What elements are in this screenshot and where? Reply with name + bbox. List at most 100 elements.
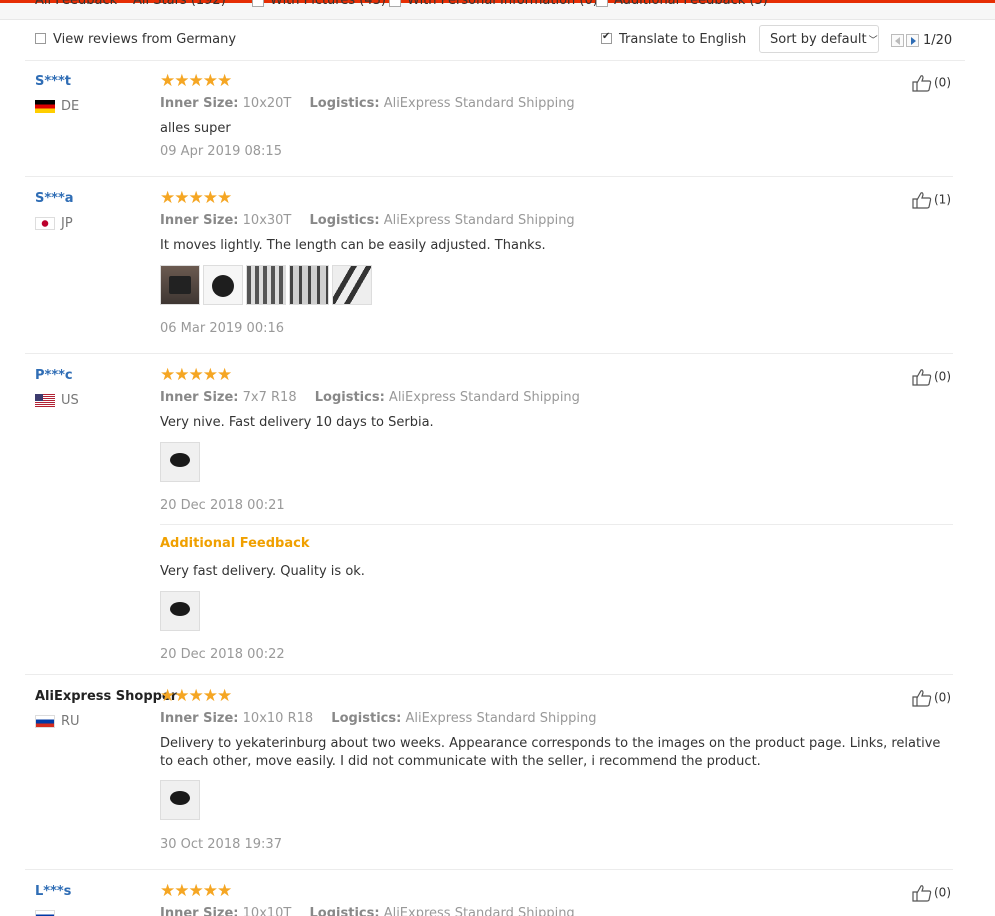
logistics-label: Logistics: (331, 711, 402, 726)
sort-select[interactable]: Sort by default ﹀ (759, 25, 879, 53)
order-info: Inner Size: 10x20T Logistics: AliExpress… (160, 96, 589, 111)
usa-flag-icon (35, 394, 55, 407)
tab-with-personal-info[interactable]: With Personal Information (0) (389, 0, 598, 8)
review-photos (160, 265, 375, 307)
reviewer-country: DE (35, 99, 79, 114)
helpful-count: (0) (934, 690, 951, 705)
review-photo[interactable] (246, 265, 286, 305)
review-photos (160, 780, 203, 822)
translate-checkbox[interactable] (601, 31, 612, 44)
inner-size-label: Inner Size: (160, 96, 239, 111)
with-pictures-checkbox[interactable] (252, 0, 264, 7)
inner-size-label: Inner Size: (160, 711, 239, 726)
additional-feedback-checkbox[interactable] (596, 0, 608, 7)
thumbs-up-icon (912, 75, 932, 92)
star-rating: ★★★★★ (160, 71, 232, 91)
review-date: 06 Mar 2019 00:16 (160, 321, 285, 336)
logistics-value: AliExpress Standard Shipping (383, 906, 575, 916)
reviewer-name[interactable]: L***s (35, 884, 71, 899)
country-code: JP (61, 216, 73, 231)
review-photo[interactable] (160, 442, 200, 482)
additional-feedback-date: 20 Dec 2018 00:22 (160, 647, 285, 662)
divider (160, 524, 953, 525)
inner-size-label: Inner Size: (160, 906, 239, 916)
sort-select-value: Sort by default (770, 32, 867, 47)
reviewer-country: RU (35, 714, 80, 729)
thumbs-up-icon (912, 690, 932, 707)
additional-feedback-text: Very fast delivery. Quality is ok. (160, 564, 365, 579)
inner-size-value: 7x7 R18 (242, 390, 297, 405)
tab-with-pictures[interactable]: With Pictures (43) (252, 0, 386, 8)
review-photo[interactable] (160, 780, 200, 820)
helpful-button[interactable]: (1) (912, 191, 951, 209)
logistics-label: Logistics: (314, 390, 385, 405)
review-text: alles super (160, 121, 231, 136)
reviewer-name: AliExpress Shopper (35, 689, 178, 704)
order-info: Inner Size: 7x7 R18 Logistics: AliExpres… (160, 390, 594, 405)
review-photo[interactable] (203, 265, 243, 305)
flag-icon (35, 910, 55, 916)
country-code: DE (61, 99, 80, 114)
logistics-value: AliExpress Standard Shipping (383, 96, 575, 111)
review-date: 09 Apr 2019 08:15 (160, 144, 282, 159)
page-indicator: 1/20 (923, 33, 953, 48)
reviewer-country: JP (35, 216, 73, 231)
review-photo[interactable] (332, 265, 372, 305)
review-date: 30 Oct 2018 19:37 (160, 837, 282, 852)
helpful-button[interactable]: (0) (912, 884, 951, 902)
review-photo[interactable] (289, 265, 329, 305)
reviewer-country: US (35, 393, 79, 408)
prev-page-icon[interactable] (891, 34, 904, 47)
review-photo[interactable] (160, 265, 200, 305)
reviewer-name[interactable]: P***c (35, 368, 73, 383)
inner-size-label: Inner Size: (160, 390, 239, 405)
inner-size-value: 10x10T (242, 906, 292, 916)
inner-size-value: 10x30T (242, 213, 292, 228)
review-item: S***a JP ★★★★★ Inner Size: 10x30T Logist… (25, 188, 953, 354)
country-code: RU (61, 714, 80, 729)
translate-label: Translate to English (619, 32, 747, 47)
russia-flag-icon (35, 715, 55, 728)
next-page-icon[interactable] (906, 34, 919, 47)
additional-feedback-label: Additional Feedback (5) (614, 0, 768, 8)
reviewer-country (35, 909, 61, 916)
germany-flag-icon (35, 100, 55, 113)
inner-size-label: Inner Size: (160, 213, 239, 228)
helpful-button[interactable]: (0) (912, 689, 951, 707)
tab-additional-feedback[interactable]: Additional Feedback (5) (596, 0, 768, 8)
logistics-label: Logistics: (309, 906, 380, 916)
helpful-button[interactable]: (0) (912, 368, 951, 386)
japan-flag-icon (35, 217, 55, 230)
reviewer-name[interactable]: S***a (35, 191, 74, 206)
tab-all-stars[interactable]: All Stars (192) (133, 0, 226, 8)
with-pictures-label: With Pictures (43) (270, 0, 386, 8)
reviewer-name[interactable]: S***t (35, 74, 71, 89)
review-photo[interactable] (160, 591, 200, 631)
star-rating: ★★★★★ (160, 884, 232, 901)
logistics-label: Logistics: (309, 213, 380, 228)
inner-size-value: 10x10 R18 (242, 711, 314, 726)
review-photos (160, 442, 203, 484)
helpful-button[interactable]: (0) (912, 74, 951, 92)
review-item: P***c US ★★★★★ Inner Size: 7x7 R18 Logis… (25, 365, 953, 675)
translate-filter[interactable]: Translate to English (601, 31, 747, 47)
order-info: Inner Size: 10x10 R18 Logistics: AliExpr… (160, 711, 610, 726)
order-info: Inner Size: 10x30T Logistics: AliExpress… (160, 213, 589, 228)
thumbs-up-icon (912, 885, 932, 902)
helpful-count: (0) (934, 885, 951, 900)
filter-bar: View reviews from Germany Translate to E… (25, 25, 965, 61)
logistics-value: AliExpress Standard Shipping (383, 213, 575, 228)
personal-info-checkbox[interactable] (389, 0, 401, 7)
view-germany-filter[interactable]: View reviews from Germany (35, 32, 236, 47)
inner-size-value: 10x20T (242, 96, 292, 111)
logistics-value: AliExpress Standard Shipping (405, 711, 597, 726)
chevron-down-icon: ﹀ (868, 36, 878, 46)
view-germany-checkbox[interactable] (35, 33, 46, 44)
star-rating: ★★★★★ (160, 686, 232, 706)
tab-all-feedback[interactable]: All Feedback (35, 0, 117, 8)
review-text: Very nive. Fast delivery 10 days to Serb… (160, 415, 434, 430)
view-germany-label: View reviews from Germany (53, 32, 237, 47)
pagination: 1/20 (891, 33, 952, 48)
helpful-count: (0) (934, 75, 951, 90)
review-item: AliExpress Shopper RU ★★★★★ Inner Size: … (25, 686, 953, 870)
